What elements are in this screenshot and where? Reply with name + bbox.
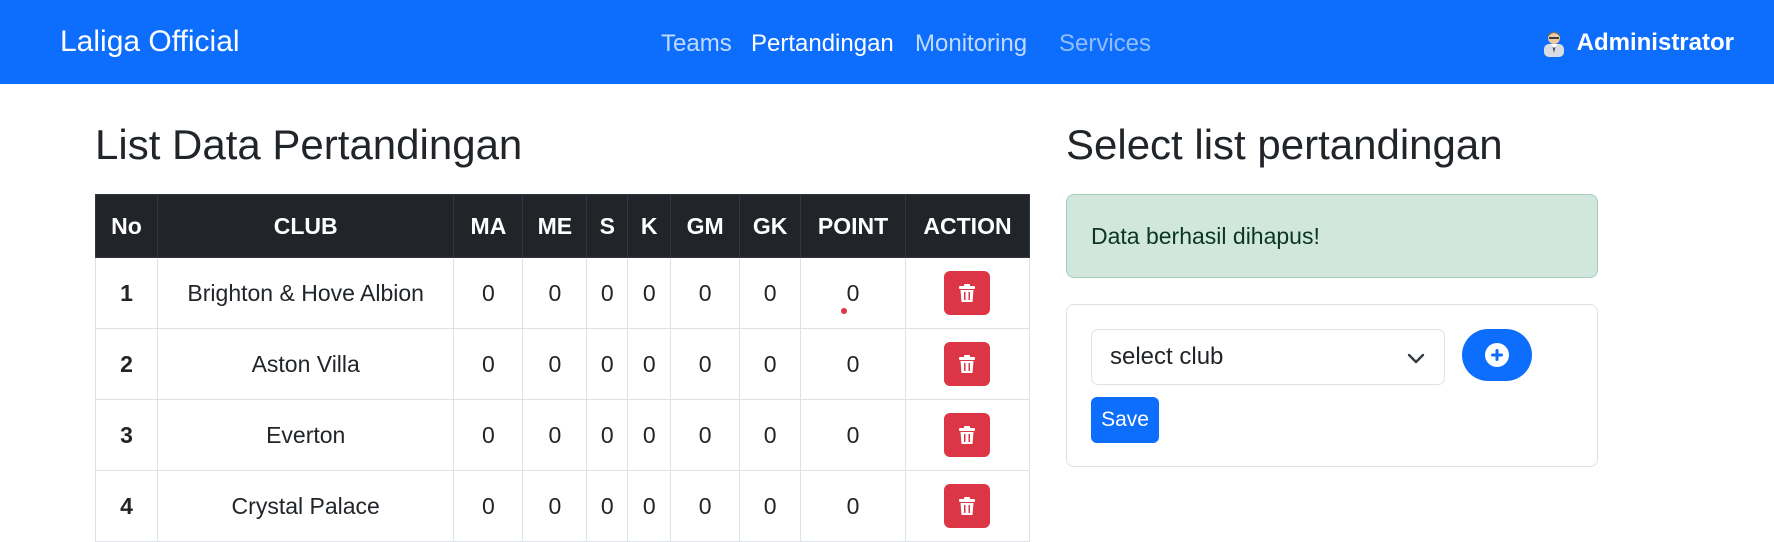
cell-gk: 0 — [739, 399, 802, 471]
trash-icon — [959, 355, 976, 373]
cell-gk: 0 — [739, 257, 802, 329]
user-menu[interactable]: Administrator — [1541, 25, 1734, 61]
col-header-no: No — [95, 194, 158, 258]
cell-me: 0 — [522, 470, 588, 542]
cell-gm: 0 — [670, 257, 741, 329]
cell-point: 0 — [800, 399, 906, 471]
cell-me: 0 — [522, 328, 588, 400]
nav-link-monitoring[interactable]: Monitoring — [915, 27, 1027, 61]
col-header-k: K — [627, 194, 672, 258]
alert-message: Data berhasil dihapus! — [1091, 222, 1320, 249]
cell-me: 0 — [522, 399, 588, 471]
table-row: 1 Brighton & Hove Albion 0 0 0 0 0 0 0 — [95, 257, 1031, 329]
user-name: Administrator — [1576, 29, 1734, 56]
cell-gk: 0 — [739, 328, 802, 400]
cell-s: 0 — [586, 399, 629, 471]
cell-ma: 0 — [453, 257, 524, 329]
cell-action — [904, 470, 1031, 542]
chevron-down-icon — [1407, 353, 1425, 364]
cell-k: 0 — [627, 470, 672, 542]
add-match-card: select club Save — [1066, 304, 1598, 467]
table-row: 2 Aston Villa 0 0 0 0 0 0 0 — [95, 328, 1031, 400]
delete-button[interactable] — [944, 342, 991, 386]
club-name: Crystal Palace — [156, 470, 455, 542]
club-name: Everton — [156, 399, 455, 471]
col-header-s: S — [586, 194, 629, 258]
col-header-ma: MA — [453, 194, 524, 258]
col-header-point: POINT — [800, 194, 906, 258]
trash-icon — [959, 426, 976, 444]
club-name: Aston Villa — [156, 328, 455, 400]
cell-s: 0 — [586, 328, 629, 400]
user-avatar-icon — [1541, 29, 1567, 57]
cell-ma: 0 — [453, 470, 524, 542]
row-number: 2 — [95, 328, 158, 400]
plus-circle-icon — [1485, 343, 1509, 367]
table-row: 3 Everton 0 0 0 0 0 0 0 — [95, 399, 1031, 471]
cell-ma: 0 — [453, 328, 524, 400]
cell-me: 0 — [522, 257, 588, 329]
cell-s: 0 — [586, 257, 629, 329]
page-title: List Data Pertandingan — [95, 121, 523, 168]
cell-gk: 0 — [739, 470, 802, 542]
cell-action — [904, 328, 1031, 400]
col-header-club: CLUB — [156, 194, 455, 258]
club-name: Brighton & Hove Albion — [156, 257, 455, 329]
nav-link-services[interactable]: Services — [1059, 27, 1151, 61]
cell-gm: 0 — [670, 328, 741, 400]
section-title: Select list pertandingan — [1066, 121, 1503, 168]
cell-point: 0 — [800, 257, 906, 329]
add-club-button[interactable] — [1462, 329, 1532, 381]
cell-k: 0 — [627, 399, 672, 471]
matches-table: No CLUB MA ME S K GM GK POINT ACTION 1 B… — [95, 194, 1031, 542]
save-button[interactable]: Save — [1091, 397, 1159, 443]
row-number: 3 — [95, 399, 158, 471]
club-select-value: select club — [1110, 343, 1224, 370]
row-number: 1 — [95, 257, 158, 329]
cell-s: 0 — [586, 470, 629, 542]
brand-logo[interactable]: Laliga Official — [60, 24, 240, 60]
nav-link-teams[interactable]: Teams — [661, 27, 732, 61]
delete-button[interactable] — [944, 413, 991, 457]
col-header-gk: GK — [739, 194, 802, 258]
cursor-dot — [841, 308, 847, 314]
navbar: Laliga Official Teams Pertandingan Monit… — [0, 0, 1774, 84]
col-header-gm: GM — [670, 194, 741, 258]
table-header-row: No CLUB MA ME S K GM GK POINT ACTION — [95, 194, 1031, 258]
cell-point: 0 — [800, 470, 906, 542]
delete-button[interactable] — [944, 271, 991, 315]
cell-action — [904, 399, 1031, 471]
cell-k: 0 — [627, 257, 672, 329]
cell-k: 0 — [627, 328, 672, 400]
trash-icon — [959, 284, 976, 302]
nav-link-pertandingan[interactable]: Pertandingan — [751, 27, 894, 61]
cell-ma: 0 — [453, 399, 524, 471]
trash-icon — [959, 497, 976, 515]
delete-button[interactable] — [944, 484, 991, 528]
col-header-action: ACTION — [904, 194, 1031, 258]
club-select[interactable]: select club — [1091, 329, 1445, 385]
col-header-me: ME — [522, 194, 588, 258]
cell-gm: 0 — [670, 399, 741, 471]
row-number: 4 — [95, 470, 158, 542]
table-row: 4 Crystal Palace 0 0 0 0 0 0 0 — [95, 470, 1031, 542]
success-alert: Data berhasil dihapus! — [1066, 194, 1598, 278]
cell-action — [904, 257, 1031, 329]
cell-point: 0 — [800, 328, 906, 400]
cell-gm: 0 — [670, 470, 741, 542]
